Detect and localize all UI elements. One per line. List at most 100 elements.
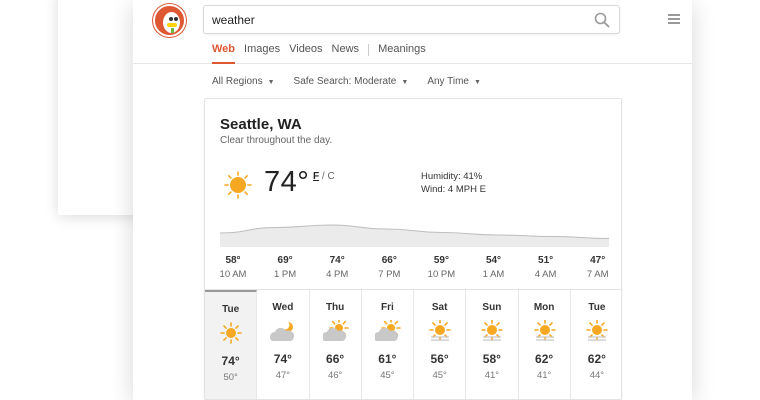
hour-item: 47° 7 AM	[573, 255, 621, 280]
hour-item: 59° 10 PM	[416, 255, 466, 280]
unit-toggle: F / C	[313, 171, 335, 182]
hamburger-menu-icon[interactable]	[668, 14, 680, 24]
tab-videos[interactable]: Videos	[289, 43, 322, 64]
hour-item: 69° 1 PM	[260, 255, 310, 280]
filter-label: All Regions	[212, 76, 263, 87]
hour-item: 51° 4 AM	[521, 255, 571, 280]
weather-card: Seattle, WA Clear throughout the day. 74…	[204, 98, 622, 400]
partly-cloudy-icon	[374, 320, 401, 341]
day-high: 61°	[378, 352, 397, 366]
tab-meanings[interactable]: Meanings	[378, 43, 426, 64]
hourly-temperature-graph	[220, 224, 609, 247]
hour-temperature: 74°	[329, 255, 345, 266]
fog-sun-icon	[585, 320, 608, 341]
day-high: 66°	[326, 352, 345, 366]
humidity: Humidity: 41%	[421, 171, 483, 182]
hour-time: 7 PM	[378, 269, 401, 280]
day-name: Sat	[431, 302, 448, 313]
day-name: Wed	[272, 302, 294, 313]
day-name: Tue	[588, 302, 606, 313]
day-forecast-tue[interactable]: Tue 62° 44°	[571, 290, 621, 399]
day-low: 46°	[327, 370, 343, 381]
filter-label: Safe Search: Moderate	[293, 76, 397, 87]
tab-images[interactable]: Images	[244, 43, 280, 64]
day-high: 62°	[535, 352, 554, 366]
day-high: 74°	[221, 354, 240, 368]
caret-down-icon: ▼	[474, 79, 481, 86]
caret-down-icon: ▼	[267, 79, 275, 86]
search-filters: All Regions ▼ Safe Search: Moderate ▼ Any Ti…	[212, 76, 500, 87]
hour-time: 1 PM	[274, 269, 297, 280]
search-input[interactable]: weather	[212, 13, 255, 27]
hour-item: 66° 7 PM	[364, 255, 414, 280]
day-low: 45°	[432, 370, 447, 381]
search-box[interactable]: weather	[203, 5, 620, 34]
day-name: Thu	[325, 302, 345, 313]
day-high: 58°	[482, 352, 501, 366]
hour-temperature: 59°	[433, 255, 449, 266]
daily-forecast: Tue 74° 50° Wed 74° 47° Thu 66° 46° Fri 61° 45° Sat 5…	[205, 289, 621, 399]
day-high: 74°	[273, 352, 292, 366]
sun-icon	[220, 322, 242, 344]
day-forecast-mon[interactable]: Mon 62° 41°	[519, 290, 571, 399]
day-name: Sun	[482, 302, 502, 313]
day-forecast-tue[interactable]: Tue 74° 50°	[205, 290, 258, 399]
day-low: 41°	[484, 370, 500, 381]
hour-time: 7 AM	[586, 269, 609, 280]
day-high: 56°	[430, 352, 449, 366]
filter-label: Any Time	[427, 76, 469, 87]
hour-temperature: 51°	[538, 255, 554, 266]
tab-separator	[368, 44, 370, 56]
day-name: Mon	[533, 302, 555, 313]
hourly-forecast: 58° 10 AM 69° 1 PM 74° 4 PM 66° 7 PM 59° 10 PM 54°…	[205, 255, 621, 285]
header: weather Web Images Videos News Meanings	[133, 0, 692, 64]
hour-temperature: 69°	[277, 255, 293, 266]
hour-temperature: 58°	[225, 255, 241, 266]
hour-time: 1 AM	[482, 269, 505, 280]
fog-sun-icon	[533, 320, 556, 341]
duckduckgo-logo[interactable]	[153, 4, 186, 37]
fog-sun-icon	[429, 320, 451, 341]
search-window: weather Web Images Videos News Meanings All …	[133, 0, 692, 400]
partly-cloudy-icon	[322, 320, 349, 341]
hour-item: 58° 10 AM	[208, 255, 258, 280]
day-name: Tue	[222, 304, 240, 315]
search-icon[interactable]	[594, 12, 610, 28]
day-forecast-sat[interactable]: Sat 56° 45°	[414, 290, 467, 399]
wind: Wind: 4 MPH E	[421, 184, 486, 195]
weather-summary: Clear throughout the day.	[220, 135, 333, 146]
day-forecast-thu[interactable]: Thu 66° 46°	[310, 290, 362, 399]
hour-time: 10 PM	[427, 269, 456, 280]
day-forecast-fri[interactable]: Fri 61° 45°	[362, 290, 414, 399]
filter-dropdown[interactable]: All Regions ▼	[212, 76, 275, 87]
hour-temperature: 54°	[485, 255, 502, 266]
day-low: 45°	[380, 370, 395, 381]
day-low: 44°	[589, 370, 605, 381]
day-forecast-sun[interactable]: Sun 58° 41°	[466, 290, 519, 399]
filter-dropdown[interactable]: Any Time ▼	[427, 76, 481, 87]
sun-icon	[224, 171, 252, 199]
hour-temperature: 47°	[590, 255, 606, 266]
day-name: Fri	[380, 302, 394, 313]
tab-web[interactable]: Web	[212, 43, 236, 64]
fog-sun-icon	[481, 320, 504, 341]
current-temperature: 74°	[264, 166, 310, 198]
day-low: 50°	[223, 372, 238, 383]
filter-dropdown[interactable]: Safe Search: Moderate ▼	[294, 76, 409, 87]
day-low: 47°	[275, 370, 291, 381]
search-tabs: Web Images Videos News Meanings	[212, 43, 435, 64]
hour-time: 10 AM	[219, 269, 247, 280]
hour-time: 4 AM	[534, 269, 557, 280]
day-low: 41°	[536, 370, 552, 381]
hour-item: 54° 1 AM	[469, 255, 519, 280]
hour-time: 4 PM	[326, 269, 349, 280]
hour-temperature: 66°	[381, 255, 397, 266]
day-forecast-wed[interactable]: Wed 74° 47°	[257, 290, 310, 399]
tab-news[interactable]: News	[332, 43, 360, 64]
cloud-moon-icon	[270, 320, 295, 341]
hour-item: 74° 4 PM	[312, 255, 362, 280]
caret-down-icon: ▼	[401, 79, 409, 86]
unit-celsius-button[interactable]: C	[327, 171, 334, 182]
day-high: 62°	[587, 352, 606, 366]
weather-location: Seattle, WA	[220, 116, 302, 133]
